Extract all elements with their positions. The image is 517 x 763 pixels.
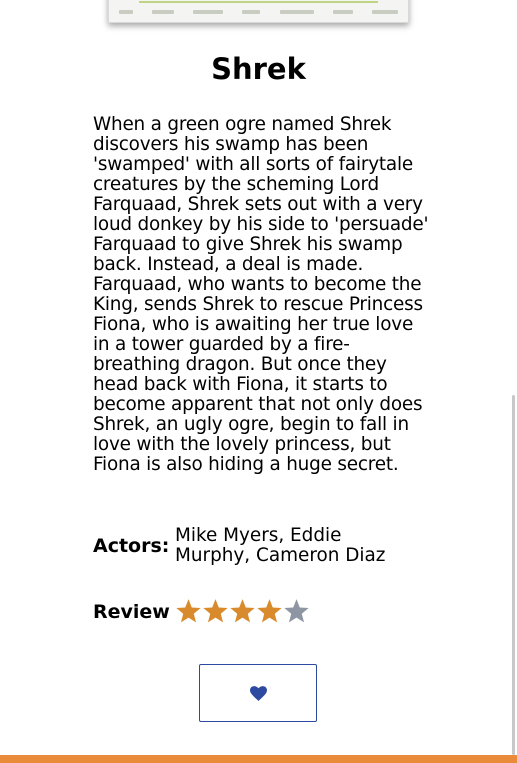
- scrollbar[interactable]: [512, 395, 515, 755]
- heart-icon: [249, 685, 267, 701]
- poster-decoration: [139, 1, 378, 3]
- star-filled-icon: [256, 598, 283, 625]
- movie-synopsis: When a green ogre named Shrek discovers …: [93, 114, 429, 475]
- review-row: Review: [93, 598, 310, 625]
- star-filled-icon: [229, 598, 256, 625]
- review-label: Review: [93, 600, 170, 623]
- movie-poster: [108, 0, 409, 23]
- star-filled-icon: [202, 598, 229, 625]
- actors-row: Actors: Mike Myers, Eddie Murphy, Camero…: [93, 526, 433, 566]
- star-empty-icon: [283, 598, 310, 625]
- movie-title: Shrek: [211, 52, 306, 86]
- movie-detail-page: Shrek When a green ogre named Shrek disc…: [0, 0, 517, 763]
- star-filled-icon: [175, 598, 202, 625]
- actors-label: Actors:: [93, 535, 170, 557]
- star-rating: [175, 598, 310, 625]
- favorite-button[interactable]: [199, 664, 317, 722]
- footer-bar: [0, 755, 517, 763]
- actors-list: Mike Myers, Eddie Murphy, Cameron Diaz: [175, 525, 386, 566]
- poster-credits-strip: [119, 6, 398, 18]
